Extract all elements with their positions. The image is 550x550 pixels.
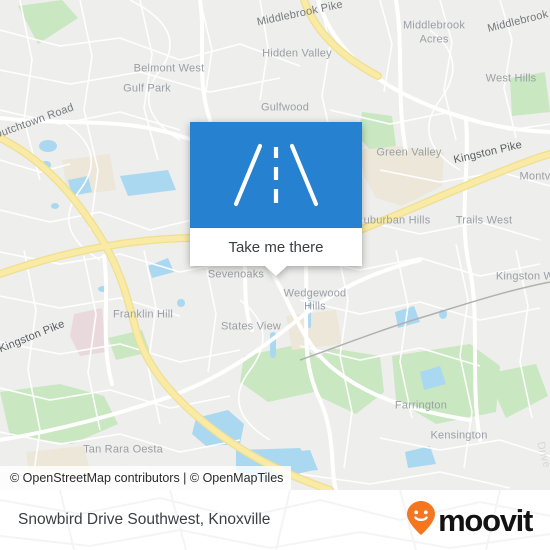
popup-image-panel bbox=[190, 122, 362, 228]
popup-pointer bbox=[265, 266, 287, 276]
attribution-text: © OpenStreetMap contributors | © OpenMap… bbox=[10, 471, 284, 485]
moovit-wordmark: moovit bbox=[438, 502, 533, 538]
bottom-bar: Snowbird Drive Southwest, Knoxville moov… bbox=[0, 490, 550, 550]
moovit-smiley-pin-icon bbox=[406, 500, 436, 541]
map-attribution[interactable]: © OpenStreetMap contributors | © OpenMap… bbox=[0, 466, 292, 490]
moovit-logo[interactable]: moovit bbox=[406, 500, 533, 541]
location-title: Snowbird Drive Southwest, Knoxville bbox=[18, 511, 271, 528]
take-me-there-label: Take me there bbox=[228, 238, 324, 256]
map-viewport[interactable]: Middlebrook Pike Middlebrook Acres Middl… bbox=[0, 0, 550, 490]
moovit-map-page: Middlebrook Pike Middlebrook Acres Middl… bbox=[0, 0, 550, 550]
take-me-there-button[interactable]: Take me there bbox=[190, 228, 362, 266]
destination-popup[interactable]: Take me there bbox=[190, 122, 362, 276]
road-perspective-icon bbox=[234, 142, 318, 208]
